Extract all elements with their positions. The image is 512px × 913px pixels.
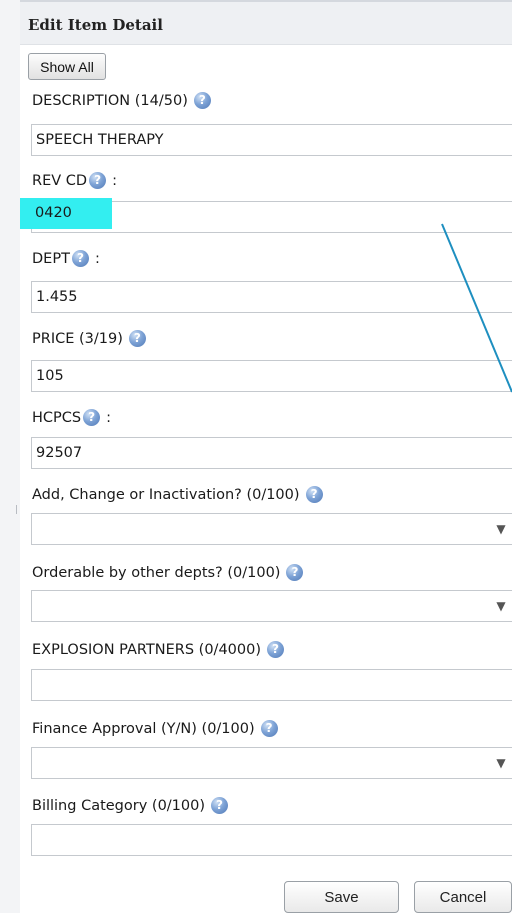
hcpcs-label-row: HCPCS ? : — [32, 409, 111, 426]
add-change-label: Add, Change or Inactivation? (0/100) — [32, 486, 300, 503]
help-question-icon[interactable]: ? — [305, 486, 323, 503]
hcpcs-input[interactable] — [31, 437, 512, 469]
help-question-icon[interactable]: ? — [89, 172, 107, 189]
cancel-button[interactable]: Cancel — [414, 881, 512, 913]
add-change-label-row: Add, Change or Inactivation? (0/100) ? — [32, 486, 323, 503]
help-question-icon[interactable]: ? — [71, 250, 89, 267]
help-question-icon[interactable]: ? — [128, 330, 146, 347]
help-question-icon[interactable]: ? — [211, 797, 229, 814]
rev-cd-label-row: REV CD ? : — [32, 172, 117, 189]
orderable-select[interactable]: ▼ — [31, 590, 512, 622]
finance-approval-select[interactable]: ▼ — [31, 747, 512, 779]
billing-category-input[interactable] — [31, 824, 512, 856]
billing-label-row: Billing Category (0/100) ? — [32, 797, 229, 814]
rev-cd-highlighted-value: 0420 — [35, 205, 72, 221]
help-question-icon[interactable]: ? — [83, 409, 101, 426]
orderable-label: Orderable by other depts? (0/100) — [32, 564, 281, 581]
billing-label: Billing Category (0/100) — [32, 797, 206, 814]
gutter-tick — [16, 505, 17, 514]
price-label: PRICE (3/19) — [32, 330, 123, 347]
finance-label-row: Finance Approval (Y/N) (0/100) ? — [32, 720, 278, 737]
chevron-down-icon[interactable]: ▼ — [490, 514, 512, 544]
help-question-icon[interactable]: ? — [286, 564, 304, 581]
dept-colon: : — [94, 250, 100, 267]
description-label: DESCRIPTION (14/50) — [32, 92, 188, 109]
explosion-label-row: EXPLOSION PARTNERS (0/4000) ? — [32, 641, 284, 658]
help-question-icon[interactable]: ? — [267, 641, 284, 658]
edit-item-panel: Edit Item Detail Show All DESCRIPTION (1… — [20, 0, 512, 913]
left-gutter — [0, 0, 21, 913]
show-all-button[interactable]: Show All — [28, 53, 106, 80]
description-label-row: DESCRIPTION (14/50) ? — [32, 92, 211, 109]
price-label-row: PRICE (3/19) ? — [32, 330, 146, 347]
hcpcs-label: HCPCS — [32, 409, 82, 426]
help-question-icon[interactable]: ? — [193, 92, 211, 109]
price-input[interactable] — [31, 360, 512, 392]
chevron-down-icon[interactable]: ▼ — [490, 748, 512, 778]
explosion-partners-input[interactable] — [31, 669, 512, 701]
orderable-label-row: Orderable by other depts? (0/100) ? — [32, 564, 304, 581]
dept-label-row: DEPT ? : — [32, 250, 100, 267]
chevron-down-icon[interactable]: ▼ — [490, 591, 512, 621]
panel-header: Edit Item Detail — [20, 0, 512, 45]
hcpcs-colon: : — [106, 409, 111, 426]
save-button[interactable]: Save — [284, 881, 399, 913]
add-change-select[interactable]: ▼ — [31, 513, 512, 545]
dept-label: DEPT — [32, 250, 70, 267]
dept-input[interactable] — [31, 281, 512, 313]
finance-label: Finance Approval (Y/N) (0/100) — [32, 720, 255, 737]
explosion-label: EXPLOSION PARTNERS (0/4000) — [32, 641, 261, 658]
rev-cd-colon: : — [112, 172, 117, 189]
help-question-icon[interactable]: ? — [260, 720, 278, 737]
rev-cd-label: REV CD — [32, 172, 88, 189]
page-title: Edit Item Detail — [28, 16, 163, 34]
description-input[interactable] — [31, 124, 512, 156]
